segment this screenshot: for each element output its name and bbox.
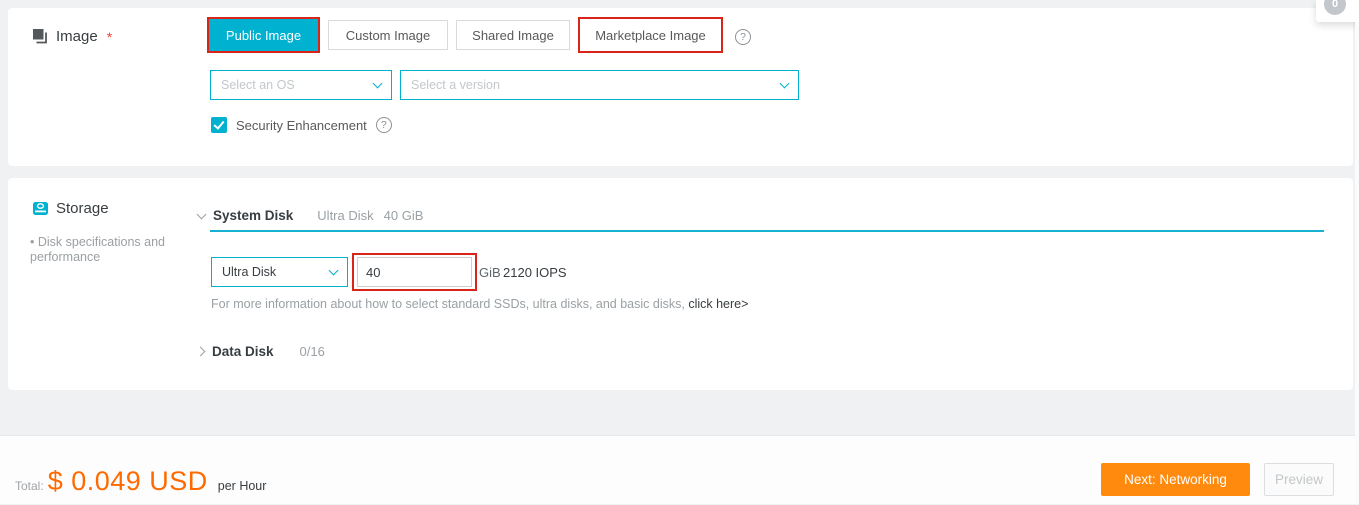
required-asterisk: * (107, 29, 112, 45)
ecs-purchase-page: { "header_widget": { "badge_count": "0" … (0, 0, 1359, 504)
total-label: Total: (15, 479, 44, 493)
tab-marketplace-image[interactable]: Marketplace Image (580, 19, 721, 51)
disk-size-unit: GiB (479, 265, 501, 280)
storage-icon (32, 200, 49, 217)
image-section-card: Image * Public Image Custom Image Shared… (8, 8, 1353, 166)
version-select[interactable]: Select a version (400, 70, 799, 100)
tab-public-image[interactable]: Public Image (209, 19, 318, 51)
data-disk-label: Data Disk (212, 344, 274, 359)
chevron-down-icon (329, 266, 339, 276)
storage-section-header: Storage (32, 200, 109, 217)
system-disk-summary-type: Ultra Disk (317, 208, 373, 223)
highlight-box-disk-size (352, 253, 477, 291)
data-disk-toggle[interactable]: Data Disk 0/16 (197, 344, 325, 359)
version-select-placeholder: Select a version (411, 78, 781, 92)
expand-chevron-icon (196, 347, 206, 357)
image-help-icon[interactable]: ? (735, 29, 751, 45)
tab-custom-image[interactable]: Custom Image (328, 20, 448, 50)
disk-info-text: For more information about how to select… (211, 297, 748, 311)
os-select[interactable]: Select an OS (210, 70, 392, 100)
checkout-footer-bar: Total: $ 0.049 USD per Hour Next: Networ… (0, 435, 1359, 504)
disk-specs-link[interactable]: • Disk specifications and performance (30, 235, 188, 265)
security-enhancement-help-icon[interactable]: ? (376, 117, 392, 133)
disk-size-input[interactable] (357, 257, 472, 287)
storage-section-title: Storage (56, 200, 109, 217)
image-section-title: Image (56, 28, 98, 45)
disk-type-value: Ultra Disk (222, 265, 330, 279)
chevron-down-icon (780, 79, 790, 89)
disk-iops-value: 2120 IOPS (503, 265, 567, 280)
system-disk-label: System Disk (213, 208, 293, 223)
storage-section-card: Storage • Disk specifications and perfor… (8, 178, 1353, 390)
chevron-down-icon (373, 79, 383, 89)
collapse-chevron-icon (197, 209, 207, 219)
click-here-link[interactable]: click here> (688, 297, 748, 311)
system-disk-divider (210, 230, 1324, 232)
os-select-placeholder: Select an OS (221, 78, 374, 92)
system-disk-summary-size: 40 GiB (384, 208, 424, 223)
price-period: per Hour (218, 479, 267, 493)
preview-button[interactable]: Preview (1264, 463, 1334, 496)
security-enhancement-row: Security Enhancement ? (211, 117, 392, 133)
image-section-header: Image * (32, 28, 112, 45)
highlight-box-public-image: Public Image (207, 17, 320, 53)
data-disk-count: 0/16 (300, 344, 325, 359)
total-price: $ 0.049 USD (48, 466, 208, 497)
highlight-box-marketplace-image: Marketplace Image (578, 17, 723, 53)
security-enhancement-checkbox[interactable] (211, 117, 227, 133)
security-enhancement-label: Security Enhancement (236, 118, 367, 133)
disk-info-body: For more information about how to select… (211, 297, 688, 311)
price-summary: Total: $ 0.049 USD per Hour (15, 436, 266, 505)
next-networking-button[interactable]: Next: Networking (1101, 463, 1250, 496)
scrollbar-track[interactable] (1355, 22, 1359, 504)
disk-type-select[interactable]: Ultra Disk (211, 257, 348, 287)
system-disk-toggle[interactable]: System Disk Ultra Disk 40 GiB (198, 208, 423, 223)
image-icon (32, 28, 49, 45)
tab-shared-image[interactable]: Shared Image (456, 20, 570, 50)
